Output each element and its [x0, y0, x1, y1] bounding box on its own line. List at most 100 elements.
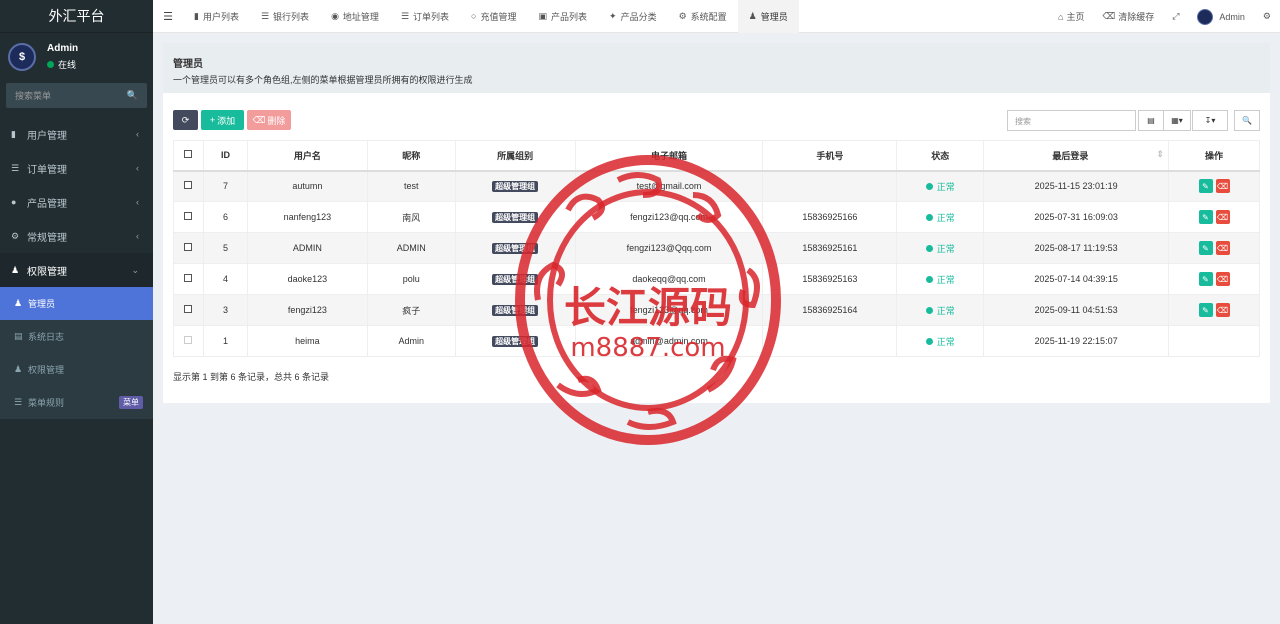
user-icon: ♟: [748, 10, 757, 21]
sidebar-item-order-management[interactable]: ☰ 订单管理 ‹: [0, 151, 153, 185]
row-checkbox[interactable]: [184, 305, 193, 313]
trash-icon: ⌫: [252, 114, 266, 125]
bars-icon: ☰: [14, 397, 23, 407]
tab-recharge[interactable]: ○ 充值管理: [460, 0, 527, 33]
row-checkbox[interactable]: [184, 181, 193, 190]
group-badge[interactable]: 超级管理组: [492, 242, 539, 254]
sidebar-search-input[interactable]: 搜索菜单 🔍: [6, 83, 147, 108]
toggle-view-button[interactable]: ▤: [1138, 110, 1164, 131]
status-badge[interactable]: 正常: [925, 273, 955, 286]
tab-admins[interactable]: ♟ 管理员: [737, 0, 799, 33]
status-badge[interactable]: 正常: [925, 242, 955, 255]
row-delete-button[interactable]: ⌫: [1215, 272, 1230, 286]
user-card-icon: ▮: [11, 128, 16, 139]
edit-button[interactable]: ✎: [1198, 241, 1213, 255]
tab-bank-list[interactable]: ☰ 银行列表: [250, 0, 320, 33]
columns-button[interactable]: ▦▾: [1163, 110, 1191, 131]
sidebar-item-permission-management[interactable]: ♟ 权限管理 ⌄: [0, 253, 153, 287]
sidebar-item-general-management[interactable]: ⚙ 常规管理 ‹: [0, 219, 153, 253]
add-button[interactable]: + 添加: [201, 110, 244, 130]
table-search-input[interactable]: 搜索: [1007, 110, 1136, 131]
table-row[interactable]: 3 fengzi123 疯子 超级管理组 fengzi123@qq.com 1583692…: [173, 294, 1260, 326]
table-row[interactable]: 6 nanfeng123 南风 超级管理组 fengzi123@qq.com 158369…: [173, 201, 1260, 233]
status-dot-icon: [925, 337, 933, 345]
row-delete-button[interactable]: ⌫: [1215, 179, 1230, 194]
clear-cache-button[interactable]: ⌫ 清除缓存: [1093, 10, 1163, 23]
cell-id: 6: [202, 201, 248, 233]
brand-title[interactable]: 外汇平台: [0, 0, 153, 33]
status-badge[interactable]: 正常: [925, 304, 955, 317]
cell-username: autumn: [246, 170, 368, 202]
status-dot-icon: [925, 244, 933, 252]
topbar: ☰ ▮ 用户列表 ☰ 银行列表 ◉ 地址管理 ☰ 订单列表 ○ 充值管理 ▣ 产品列表 ✦ 产…: [153, 0, 1280, 33]
user-status: 在线: [47, 58, 78, 71]
col-id[interactable]: ID: [202, 140, 248, 172]
group-badge[interactable]: 超级管理组: [492, 180, 539, 192]
cell-nickname: 疯子: [366, 294, 456, 326]
cell-phone: [762, 170, 898, 202]
table-row[interactable]: 1 heima Admin 超级管理组 admin@admin.com 正常 2025-11…: [173, 325, 1260, 357]
status-dot-icon: [925, 213, 933, 221]
sidebar-item-permissions[interactable]: ♟ 权限管理: [0, 353, 153, 386]
col-actions: 操作: [1168, 140, 1260, 172]
col-nickname[interactable]: 昵称: [366, 140, 456, 172]
row-checkbox[interactable]: [184, 212, 193, 220]
cell-nickname: Admin: [366, 325, 456, 357]
admin-menu[interactable]: Admin: [1188, 8, 1254, 25]
tab-user-list[interactable]: ▮ 用户列表: [183, 0, 250, 33]
col-status[interactable]: 状态: [896, 140, 985, 172]
row-delete-button[interactable]: ⌫: [1215, 210, 1230, 224]
cell-email: admin@admin.com: [574, 325, 764, 357]
avatar: $: [8, 42, 36, 71]
refresh-button[interactable]: ⟳: [173, 110, 198, 130]
col-email[interactable]: 电子邮箱: [574, 140, 764, 172]
tab-product-list[interactable]: ▣ 产品列表: [527, 0, 598, 33]
group-badge[interactable]: 超级管理组: [492, 273, 539, 285]
edit-button[interactable]: ✎: [1198, 179, 1213, 194]
group-badge[interactable]: 超级管理组: [492, 211, 539, 223]
edit-button[interactable]: ✎: [1198, 272, 1213, 286]
select-all-checkbox[interactable]: [184, 150, 193, 159]
col-username[interactable]: 用户名: [246, 140, 368, 172]
sidebar-item-product-management[interactable]: ● 产品管理 ‹: [0, 185, 153, 219]
status-badge[interactable]: 正常: [925, 180, 955, 193]
user-name: Admin: [47, 42, 79, 54]
advanced-search-button[interactable]: 🔍: [1234, 110, 1260, 131]
status-badge[interactable]: 正常: [925, 335, 955, 348]
row-delete-button[interactable]: ⌫: [1215, 241, 1230, 255]
sidebar-menu: ▮ 用户管理 ‹ ☰ 订单管理 ‹ ● 产品管理 ‹ ⚙ 常规管理 ‹ ♟ 权限管理 ⌄ ♟ 管理员 …: [0, 117, 153, 419]
group-badge[interactable]: 超级管理组: [492, 304, 539, 316]
tab-address[interactable]: ◉ 地址管理: [320, 0, 390, 33]
col-last-login[interactable]: 最后登录 ⇕: [983, 140, 1170, 172]
group-badge[interactable]: 超级管理组: [492, 335, 539, 347]
fullscreen-button[interactable]: ⤢: [1163, 11, 1188, 22]
row-checkbox[interactable]: [184, 336, 193, 344]
edit-button[interactable]: ✎: [1198, 210, 1213, 224]
home-link[interactable]: ⌂ 主页: [1049, 10, 1093, 23]
settings-button[interactable]: ⚙: [1254, 11, 1280, 22]
status-badge[interactable]: 正常: [925, 211, 955, 224]
table-row[interactable]: 5 ADMIN ADMIN 超级管理组 fengzi123@Qqq.com 1583692…: [173, 232, 1260, 264]
export-button[interactable]: ↧▾: [1192, 110, 1228, 131]
row-checkbox[interactable]: [184, 243, 193, 251]
cell-id: 3: [202, 294, 248, 326]
sidebar-item-system-log[interactable]: ▤ 系统日志: [0, 320, 153, 353]
col-phone[interactable]: 手机号: [762, 140, 898, 172]
sidebar-item-user-management[interactable]: ▮ 用户管理 ‹: [0, 117, 153, 151]
table-row[interactable]: 7 autumn test 超级管理组 test@gmail.com 正常 2025-11-…: [173, 170, 1260, 202]
edit-button[interactable]: ✎: [1198, 303, 1213, 317]
delete-button[interactable]: ⌫ 删除: [247, 110, 291, 130]
chevron-left-icon: ‹: [136, 231, 139, 241]
tab-order-list[interactable]: ☰ 订单列表: [390, 0, 460, 33]
table-row[interactable]: 4 daoke123 polu 超级管理组 daokeqq@qq.com 15836925…: [173, 263, 1260, 295]
sidebar-item-admins[interactable]: ♟ 管理员: [0, 287, 153, 320]
search-icon: 🔍: [126, 90, 138, 100]
tab-product-category[interactable]: ✦ 产品分类: [598, 0, 668, 33]
sidebar-toggle-icon[interactable]: ☰: [153, 10, 183, 23]
status-dot-icon: [925, 275, 933, 283]
col-group[interactable]: 所属组别: [454, 140, 576, 172]
row-delete-button[interactable]: ⌫: [1215, 303, 1230, 317]
row-checkbox[interactable]: [184, 274, 193, 282]
tab-system-config[interactable]: ⚙ 系统配置: [668, 0, 738, 33]
sidebar-item-menu-rules[interactable]: ☰ 菜单规则 菜单: [0, 386, 153, 419]
